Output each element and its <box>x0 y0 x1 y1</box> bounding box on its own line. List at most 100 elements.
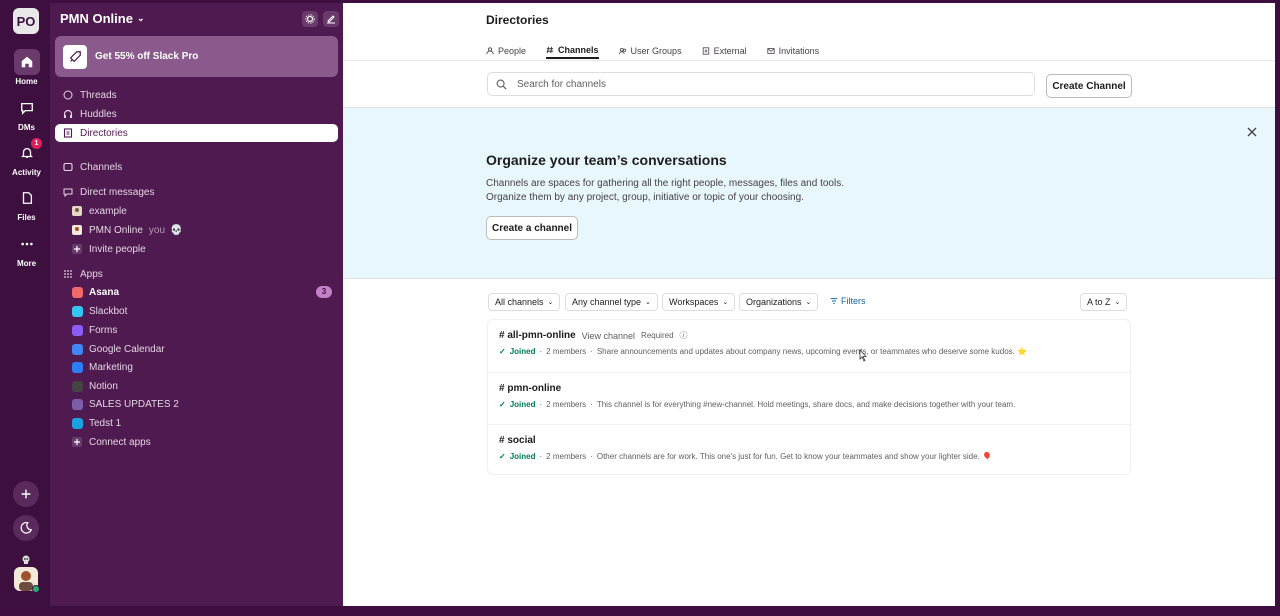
sidebar-item-threads[interactable]: Threads <box>55 86 338 104</box>
dm-item-self[interactable]: PMN Online you 💀 <box>55 221 338 239</box>
chevron-down-icon: ⌄ <box>805 299 812 306</box>
chevron-down-icon: ⌄ <box>136 13 145 23</box>
tab-label: External <box>713 46 747 56</box>
view-channel-link[interactable]: View channel <box>582 331 635 341</box>
app-item-google-calendar[interactable]: Google Calendar <box>55 340 338 358</box>
create-a-channel-button[interactable]: Create a channel <box>486 216 578 240</box>
sidebar-item-label: Marketing <box>89 361 133 373</box>
channel-search-input[interactable]: Search for channels <box>487 72 1035 96</box>
member-count: 2 members <box>546 400 587 409</box>
tab-label: Invitations <box>778 46 820 56</box>
channel-row[interactable]: # social ✓ Joined · 2 members · Other ch… <box>488 424 1132 476</box>
dark-mode-button[interactable] <box>13 515 39 541</box>
app-item-tedst[interactable]: Tedst 1 <box>55 414 338 432</box>
tab-external[interactable]: External <box>702 43 747 59</box>
rail-home[interactable]: Home <box>3 49 50 86</box>
apps-grid-icon <box>62 268 74 280</box>
workspace-name: PMN Online <box>60 11 133 26</box>
channels-icon <box>62 161 74 173</box>
checkmark-icon: ✓ <box>499 347 506 356</box>
channel-row[interactable]: # pmn-online ✓ Joined · 2 members · This… <box>488 372 1132 424</box>
channel-name[interactable]: # social <box>499 435 536 446</box>
sidebar-item-huddles[interactable]: Huddles <box>55 105 338 123</box>
channel-description: Share announcements and updates about co… <box>596 347 1028 356</box>
app-item-forms[interactable]: Forms <box>55 321 338 339</box>
threads-icon <box>62 89 74 101</box>
chevron-down-icon: ⌄ <box>547 299 554 306</box>
tab-invitations[interactable]: Invitations <box>767 43 820 59</box>
sidebar-section-dms[interactable]: Direct messages <box>55 183 338 201</box>
forms-icon <box>71 324 83 336</box>
channel-name[interactable]: # pmn-online <box>499 383 561 394</box>
calendar-icon <box>71 343 83 355</box>
headphones-icon <box>62 108 74 120</box>
sidebar-item-label: Directories <box>80 127 128 139</box>
intro-banner: Organize your team’s conversations Chann… <box>343 107 1275 279</box>
banner-description: Channels are spaces for gathering all th… <box>486 177 886 205</box>
directory-tabs: People Channels User Groups External Inv… <box>486 43 819 59</box>
filters-button[interactable]: Filters <box>830 296 866 306</box>
sidebar-item-directories[interactable]: Directories <box>55 124 338 142</box>
tab-user-groups[interactable]: User Groups <box>618 43 682 59</box>
tab-channels[interactable]: Channels <box>546 43 599 59</box>
create-channel-button[interactable]: Create Channel <box>1046 74 1132 98</box>
channel-row[interactable]: # all-pmn-online View channel Required ⓘ… <box>488 320 1132 372</box>
connect-apps-item[interactable]: Connect apps <box>55 433 338 451</box>
sidebar-item-label: Asana <box>89 286 120 298</box>
main-panel: Directories People Channels User Groups … <box>343 3 1275 606</box>
invite-people-item[interactable]: Invite people <box>55 240 338 258</box>
user-avatar-icon <box>71 205 83 217</box>
dm-item-example[interactable]: example <box>55 202 338 220</box>
filter-all-channels[interactable]: All channels ⌄ <box>488 293 561 311</box>
channel-list: # all-pmn-online View channel Required ⓘ… <box>487 319 1132 476</box>
workspace-rail: PO Home DMs 1 Activity Files More <box>3 3 50 606</box>
plus-icon <box>21 489 31 499</box>
tedst-icon <box>71 417 83 429</box>
close-icon[interactable] <box>1246 126 1258 138</box>
joined-status: Joined <box>509 400 536 409</box>
mail-icon <box>767 48 775 54</box>
checkmark-icon: ✓ <box>499 452 506 461</box>
rail-more[interactable]: More <box>3 231 50 268</box>
channel-name[interactable]: # all-pmn-online <box>499 330 576 341</box>
channel-description: Other channels are for work. This one's … <box>596 452 992 461</box>
dm-icon <box>62 186 74 198</box>
app-item-sales-updates[interactable]: SALES UPDATES 2 <box>55 395 338 413</box>
rail-label: Home <box>15 77 38 86</box>
sales-updates-icon <box>71 398 83 410</box>
sidebar-section-apps[interactable]: Apps <box>55 265 338 283</box>
checkmark-icon: ✓ <box>499 400 506 409</box>
app-item-slackbot[interactable]: Slackbot <box>55 302 338 320</box>
rail-label: DMs <box>18 123 35 132</box>
sidebar-section-channels[interactable]: Channels <box>55 158 338 176</box>
you-label: you <box>148 224 166 236</box>
add-workspace-button[interactable] <box>13 481 39 507</box>
tab-label: People <box>498 46 527 56</box>
tab-label: Channels <box>558 45 599 55</box>
sort-label: A to Z <box>1087 297 1111 307</box>
app-item-asana[interactable]: Asana 3 <box>55 283 338 301</box>
upgrade-promo[interactable]: Get 55% off Slack Pro <box>55 36 338 77</box>
workspace-name-menu[interactable]: PMN Online ⌄ <box>60 11 145 26</box>
app-item-notion[interactable]: Notion <box>55 377 338 395</box>
tab-label: User Groups <box>630 46 682 56</box>
rail-activity[interactable]: 1 Activity <box>3 138 50 177</box>
sidebar-item-label: example <box>89 205 127 217</box>
filter-workspaces[interactable]: Workspaces ⌄ <box>662 293 736 311</box>
group-icon <box>618 47 626 55</box>
files-icon <box>14 185 40 211</box>
tab-people[interactable]: People <box>486 43 526 59</box>
app-item-marketing[interactable]: Marketing <box>55 358 338 376</box>
workspace-switcher[interactable]: PO <box>13 8 39 34</box>
banner-line: Channels are spaces for gathering all th… <box>486 178 844 189</box>
settings-button[interactable] <box>302 11 318 27</box>
rail-files[interactable]: Files <box>3 185 50 222</box>
compose-button[interactable] <box>323 11 339 27</box>
sidebar-item-label: Google Calendar <box>89 343 165 355</box>
filter-organizations[interactable]: Organizations ⌄ <box>739 293 819 311</box>
filter-channel-type[interactable]: Any channel type ⌄ <box>565 293 658 311</box>
sort-dropdown[interactable]: A to Z ⌄ <box>1080 293 1128 311</box>
filter-label: Any channel type <box>572 297 642 307</box>
sidebar-item-label: Direct messages <box>80 186 155 198</box>
rail-dms[interactable]: DMs <box>3 95 50 132</box>
